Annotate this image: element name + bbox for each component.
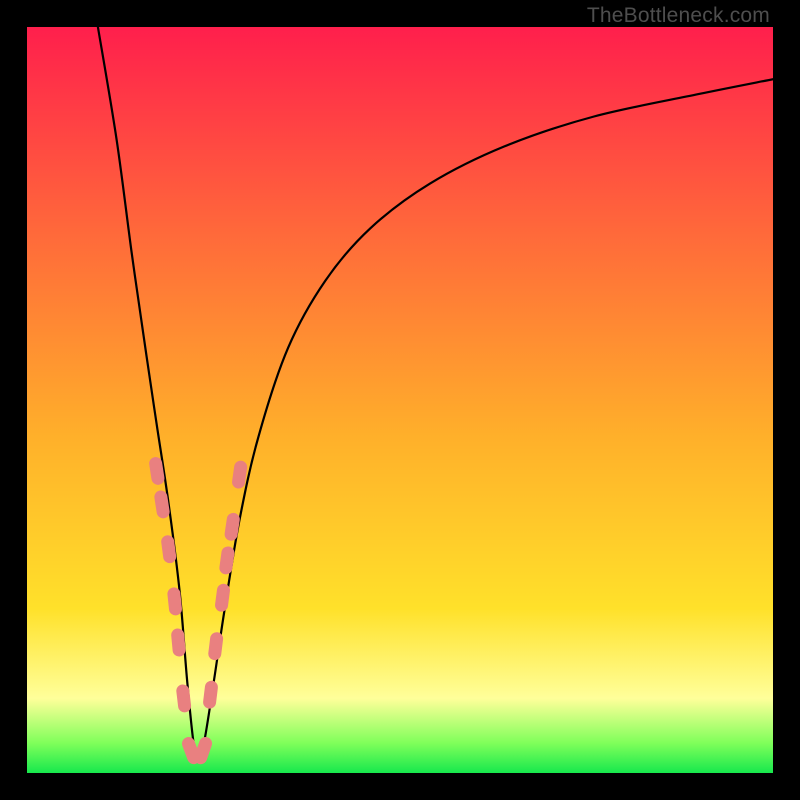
- curve-marker: [214, 583, 230, 612]
- curve-marker: [208, 632, 224, 661]
- curve-marker: [224, 512, 241, 542]
- outer-frame: TheBottleneck.com: [0, 0, 800, 800]
- chart-svg: [27, 27, 773, 773]
- curve-marker: [202, 680, 218, 709]
- marker-group: [148, 456, 248, 766]
- bottleneck-curve: [98, 27, 773, 759]
- watermark-text: TheBottleneck.com: [587, 4, 770, 28]
- curve-marker: [231, 460, 248, 490]
- curve-marker: [176, 684, 192, 713]
- curve-marker: [160, 534, 177, 563]
- plot-area: [27, 27, 773, 773]
- curve-marker: [219, 546, 236, 576]
- curve-path: [98, 27, 773, 759]
